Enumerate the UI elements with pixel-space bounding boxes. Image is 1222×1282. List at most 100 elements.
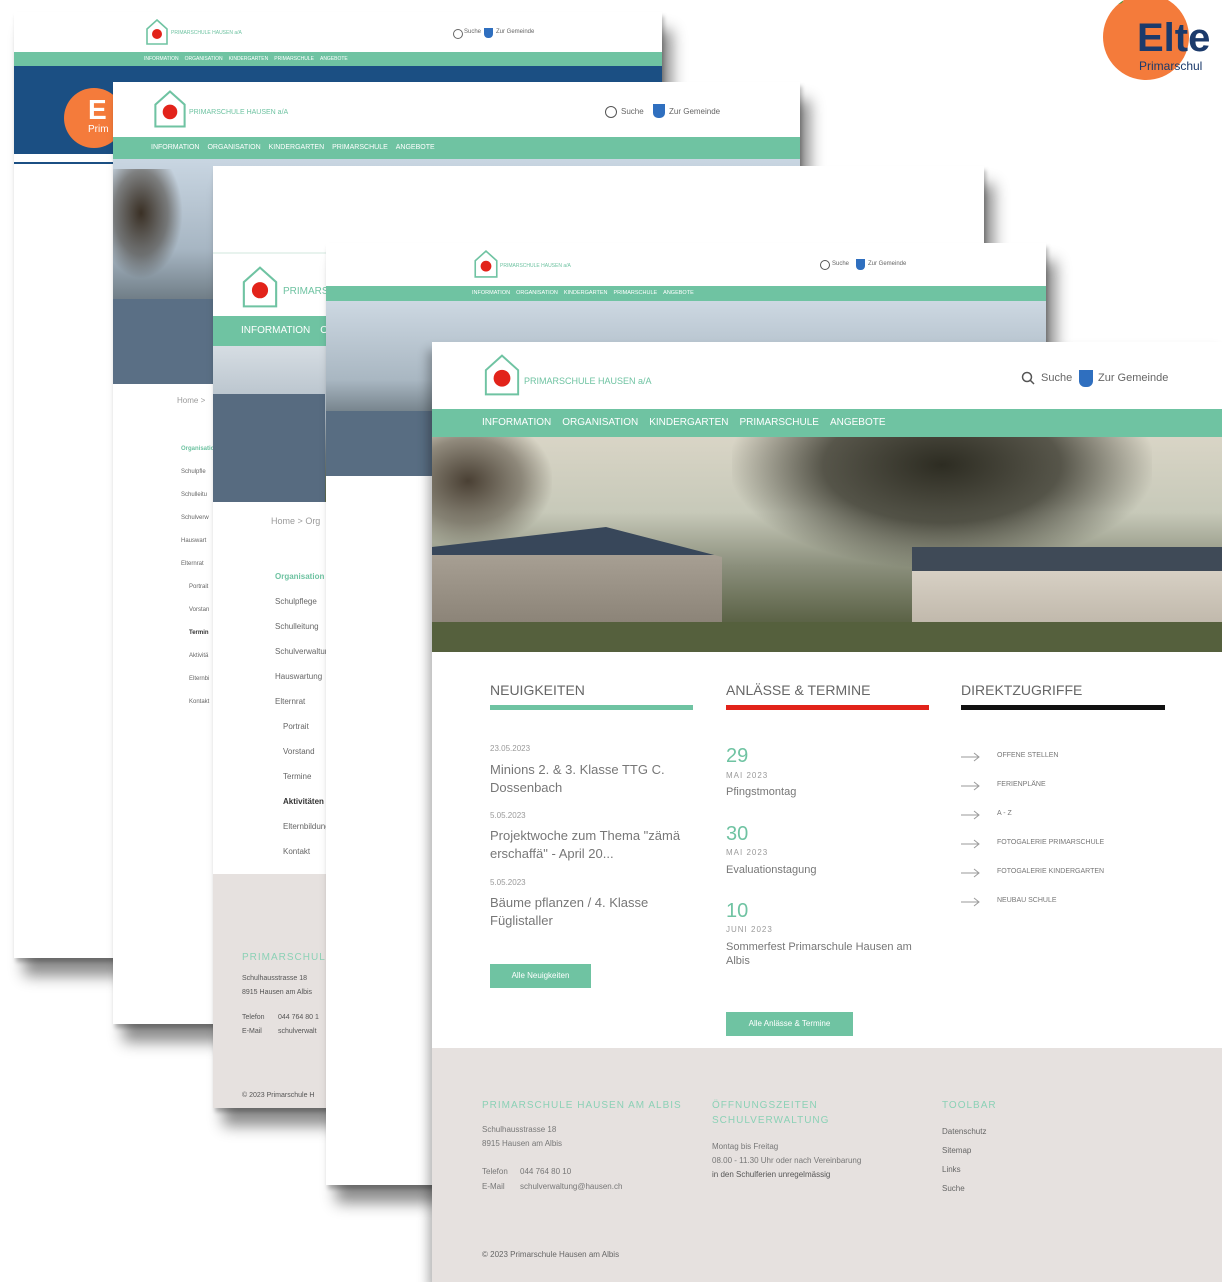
nav-item-information[interactable]: INFORMATION [241,316,310,346]
footer-email[interactable]: schulverwaltung@hausen.ch [520,1182,622,1191]
nav-item-angebote[interactable]: ANGEBOTE [396,137,435,159]
news-title-cont[interactable]: erschaffä" - April 20... [490,846,614,861]
school-building [113,299,218,384]
elternrat-logo-letter: E [88,94,107,125]
all-events-button[interactable]: Alle Anlässe & Termine [726,1012,853,1036]
main-nav: INFORMATION ORGANISATION KINDERGARTEN PRIMA… [14,52,662,66]
news-date: 5.05.2023 [490,811,526,820]
screenshot-card-5: PRIMARSCHULE HAUSEN a/A Suche Zur Gemein… [432,342,1222,1282]
search-label[interactable]: Suche [621,107,644,116]
footer-link-sitemap[interactable]: Sitemap [942,1146,971,1155]
nav-item-primarschule[interactable]: PRIMARSCHULE [332,137,388,159]
nav-item-kindergarten[interactable]: KINDERGARTEN [269,137,325,159]
search-icon[interactable] [453,29,463,39]
nav-item-organisation[interactable]: ORGANISATION [185,52,223,66]
nav-item-angebote[interactable]: ANGEBOTE [320,52,348,66]
school-logo-icon[interactable] [474,249,498,278]
school-building [326,411,436,476]
main-nav: INFORMATION ORGANISATION KINDERGARTEN PRIMA… [432,409,1222,437]
quick-link[interactable]: NEUBAU SCHULE [961,896,1191,925]
search-icon[interactable] [1021,371,1035,385]
footer-address-line1: Schulhausstrasse 18 [482,1125,557,1134]
footer-address-line2: 8915 Hausen am Albis [242,989,313,996]
event-month: JUNI 2023 [726,925,773,934]
school-logo-icon[interactable] [146,18,168,45]
school-logo-icon[interactable] [484,354,520,396]
quick-link[interactable]: FOTOGALERIE KINDERGARTEN [961,867,1191,896]
search-label[interactable]: Suche [832,261,849,267]
quick-link[interactable]: OFFENE STELLEN [961,751,1191,780]
nav-item-primarschule[interactable]: PRIMARSCHULE [274,52,314,66]
footer-link-suche[interactable]: Suche [942,1184,965,1193]
footer-address-line2: 8915 Hausen am Albis [482,1139,563,1148]
event-month: MAI 2023 [726,848,769,857]
nav-item-kindergarten[interactable]: KINDERGARTEN [229,52,269,66]
nav-item-angebote[interactable]: ANGEBOTE [830,409,886,437]
news-title-cont[interactable]: Füglistaller [490,913,553,928]
event-title[interactable]: Sommerfest Primarschule Hausen am [726,941,912,953]
footer-email-label: E-Mail [482,1182,505,1191]
nav-item-organisation[interactable]: ORGANISATION [562,409,638,437]
quick-link-label: FOTOGALERIE PRIMARSCHULE [997,839,1105,846]
nav-item-primarschule[interactable]: PRIMARSCHULE [739,409,818,437]
quick-link-label: A - Z [997,810,1012,817]
quick-link[interactable]: FERIENPLÄNE [961,780,1191,809]
nav-item-primarschule[interactable]: PRIMARSCHULE [613,286,657,301]
nav-item-kindergarten[interactable]: KINDERGARTEN [564,286,608,301]
nav-item-kindergarten[interactable]: KINDERGARTEN [649,409,728,437]
school-building-left [432,527,722,627]
site-name[interactable]: PRIMARSCHULE HAUSEN a/A [189,109,288,116]
breadcrumb-home[interactable]: Home [177,396,198,405]
event-month: MAI 2023 [726,771,769,780]
municipality-link[interactable]: Zur Gemeinde [669,107,720,116]
tree-left [432,437,552,547]
footer-copyright: © 2023 Primarschule Hausen am Albis [482,1250,620,1259]
event-title[interactable]: Pfingstmontag [726,786,796,798]
news-title[interactable]: Projektwoche zum Thema "zämä [490,828,680,843]
events-heading-bar [726,705,929,710]
school-logo-icon[interactable] [241,266,279,308]
footer-phone[interactable]: 044 764 80 10 [520,1167,571,1176]
municipality-link[interactable]: Zur Gemeinde [1098,372,1168,384]
footer-email[interactable]: schulverwalt [278,1028,317,1035]
municipality-crest-icon [484,28,493,38]
nav-item-angebote[interactable]: ANGEBOTE [663,286,694,301]
quick-link[interactable]: A - Z [961,809,1191,838]
search-icon[interactable] [820,260,830,270]
footer-title: PRIMARSCHUL [242,952,326,963]
footer-link-links[interactable]: Links [942,1165,961,1174]
nav-item-organisation[interactable]: ORGANISATION [207,137,260,159]
municipality-link[interactable]: Zur Gemeinde [496,29,534,35]
all-news-button[interactable]: Alle Neuigkeiten [490,964,591,988]
search-icon[interactable] [605,106,617,118]
quick-link[interactable]: FOTOGALERIE PRIMARSCHULE [961,838,1191,867]
breadcrumb-home[interactable]: Home [271,516,295,526]
nav-item-organisation[interactable]: ORGANISATION [516,286,558,301]
arrow-right-icon [961,897,980,907]
site-name[interactable]: PRIMARSCHULE HAUSEN a/A [171,30,242,36]
nav-item-information[interactable]: INFORMATION [482,409,551,437]
search-label[interactable]: Suche [464,29,481,35]
nav-item-information[interactable]: INFORMATION [151,137,199,159]
news-date: 23.05.2023 [490,744,531,753]
municipality-link[interactable]: Zur Gemeinde [868,261,906,267]
footer-toolbar-title: TOOLBAR [942,1100,997,1111]
news-title[interactable]: Minions 2. & 3. Klasse TTG C. [490,762,665,777]
breadcrumb-separator: > [200,396,206,405]
site-header: PRIMARSCHULE HAUSEN a/A Suche Zur Gemein… [14,12,662,52]
search-label[interactable]: Suche [1041,372,1072,384]
site-name[interactable]: PRIMARSCHULE HAUSEN a/A [524,376,652,386]
site-footer: PRIMARSCHULE HAUSEN AM ALBIS Schulhausst… [432,1048,1222,1282]
site-name[interactable]: PRIMARSCHULE HAUSEN a/A [500,263,571,269]
breadcrumb-current[interactable]: Org [305,516,320,526]
news-title-cont[interactable]: Dossenbach [490,780,562,795]
footer-phone[interactable]: 044 764 80 1 [278,1014,319,1021]
news-title[interactable]: Bäume pflanzen / 4. Klasse [490,895,648,910]
nav-item-information[interactable]: INFORMATION [472,286,510,301]
event-title-cont[interactable]: Albis [726,955,750,967]
event-title[interactable]: Evaluationstagung [726,864,817,876]
school-logo-icon[interactable] [153,90,187,128]
nav-item-information[interactable]: INFORMATION [144,52,179,66]
breadcrumb-separator: > [297,516,303,526]
footer-link-datenschutz[interactable]: Datenschutz [942,1127,986,1136]
